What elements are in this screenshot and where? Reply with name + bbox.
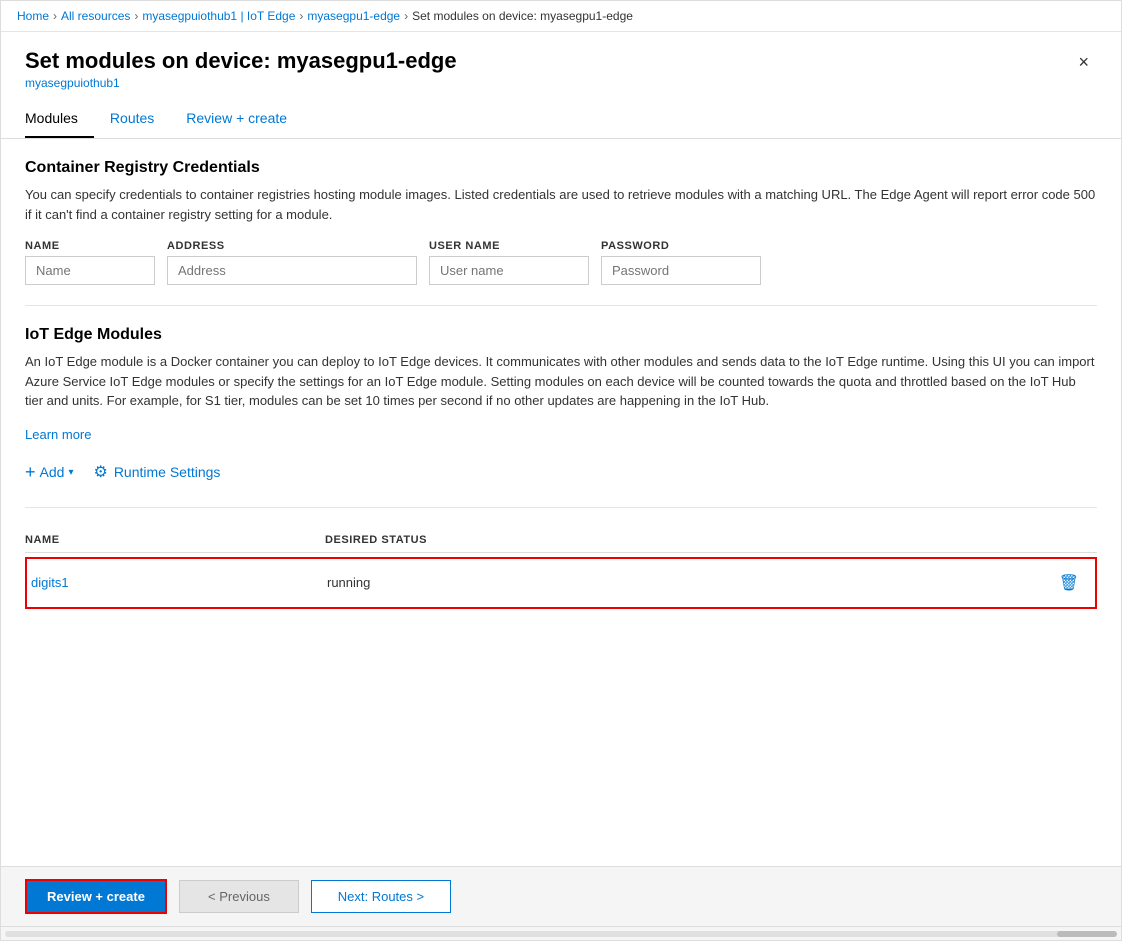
- page-subtitle: myasegpuiothub1: [25, 76, 457, 90]
- gear-icon: ⚙: [93, 462, 107, 482]
- breadcrumb-current: Set modules on device: myasegpu1-edge: [412, 9, 633, 23]
- container-registry-title: Container Registry Credentials: [25, 159, 1097, 177]
- modules-table: NAME DESIRED STATUS digits1 running 🗑: [25, 528, 1097, 609]
- bottom-bar: Review + create < Previous Next: Routes …: [1, 866, 1121, 926]
- next-routes-button[interactable]: Next: Routes >: [311, 880, 451, 913]
- username-input[interactable]: [429, 256, 589, 285]
- learn-more-link[interactable]: Learn more: [25, 427, 91, 442]
- page-title: Set modules on device: myasegpu1-edge: [25, 48, 457, 74]
- address-input[interactable]: [167, 256, 417, 285]
- plus-icon: +: [25, 462, 36, 483]
- review-create-button[interactable]: Review + create: [25, 879, 167, 914]
- modules-toolbar: + Add ▾ ⚙ Runtime Settings: [25, 458, 1097, 487]
- tab-modules[interactable]: Modules: [25, 102, 94, 138]
- close-button[interactable]: ×: [1070, 48, 1097, 77]
- breadcrumb-device[interactable]: myasegpu1-edge: [307, 9, 400, 23]
- address-label: ADDRESS: [167, 240, 417, 252]
- iot-edge-modules-title: IoT Edge Modules: [25, 326, 1097, 344]
- container-registry-section: Container Registry Credentials You can s…: [25, 159, 1097, 285]
- trash-icon: 🗑: [1059, 575, 1079, 592]
- table-row: digits1 running 🗑: [25, 557, 1097, 609]
- table-header: NAME DESIRED STATUS: [25, 528, 1097, 553]
- breadcrumb-sep-2: ›: [134, 9, 138, 23]
- module-status-cell: running: [327, 575, 1051, 590]
- name-label: NAME: [25, 240, 155, 252]
- registry-form-row: NAME ADDRESS USER NAME PASSWORD: [25, 240, 1097, 285]
- runtime-settings-label: Runtime Settings: [114, 464, 221, 480]
- name-input[interactable]: [25, 256, 155, 285]
- iot-edge-modules-section: IoT Edge Modules An IoT Edge module is a…: [25, 326, 1097, 609]
- name-field-group: NAME: [25, 240, 155, 285]
- scrollbar-track: [5, 931, 1117, 937]
- breadcrumb-all-resources[interactable]: All resources: [61, 9, 130, 23]
- main-content: Container Registry Credentials You can s…: [1, 139, 1121, 866]
- chevron-down-icon: ▾: [68, 467, 73, 478]
- section-divider-2: [25, 507, 1097, 508]
- tab-routes[interactable]: Routes: [110, 102, 170, 138]
- runtime-settings-button[interactable]: ⚙ Runtime Settings: [93, 458, 220, 486]
- tab-review-create[interactable]: Review + create: [186, 102, 303, 138]
- password-field-group: PASSWORD: [601, 240, 761, 285]
- breadcrumb-iothub[interactable]: myasegpuiothub1 | IoT Edge: [142, 9, 295, 23]
- breadcrumb-home[interactable]: Home: [17, 9, 49, 23]
- breadcrumb-sep-1: ›: [53, 9, 57, 23]
- page-header: Set modules on device: myasegpu1-edge my…: [1, 32, 1121, 90]
- scrollbar-thumb[interactable]: [1057, 931, 1117, 937]
- username-label: USER NAME: [429, 240, 589, 252]
- iot-edge-modules-desc: An IoT Edge module is a Docker container…: [25, 352, 1097, 411]
- col-name-header: NAME: [25, 534, 325, 546]
- breadcrumb: Home › All resources › myasegpuiothub1 |…: [1, 1, 1121, 32]
- password-input[interactable]: [601, 256, 761, 285]
- username-field-group: USER NAME: [429, 240, 589, 285]
- breadcrumb-sep-4: ›: [404, 9, 408, 23]
- delete-module-button[interactable]: 🗑: [1051, 569, 1087, 597]
- col-status-header: DESIRED STATUS: [325, 534, 427, 546]
- address-field-group: ADDRESS: [167, 240, 417, 285]
- tabs: Modules Routes Review + create: [1, 102, 1121, 139]
- previous-button: < Previous: [179, 880, 299, 913]
- module-name-cell[interactable]: digits1: [27, 575, 327, 590]
- breadcrumb-sep-3: ›: [299, 9, 303, 23]
- password-label: PASSWORD: [601, 240, 761, 252]
- module-actions-cell: 🗑: [1051, 569, 1087, 597]
- add-button[interactable]: + Add ▾: [25, 458, 73, 487]
- section-divider-1: [25, 305, 1097, 306]
- add-label: Add: [40, 464, 65, 480]
- container-registry-desc: You can specify credentials to container…: [25, 185, 1097, 224]
- horizontal-scrollbar[interactable]: [1, 926, 1121, 940]
